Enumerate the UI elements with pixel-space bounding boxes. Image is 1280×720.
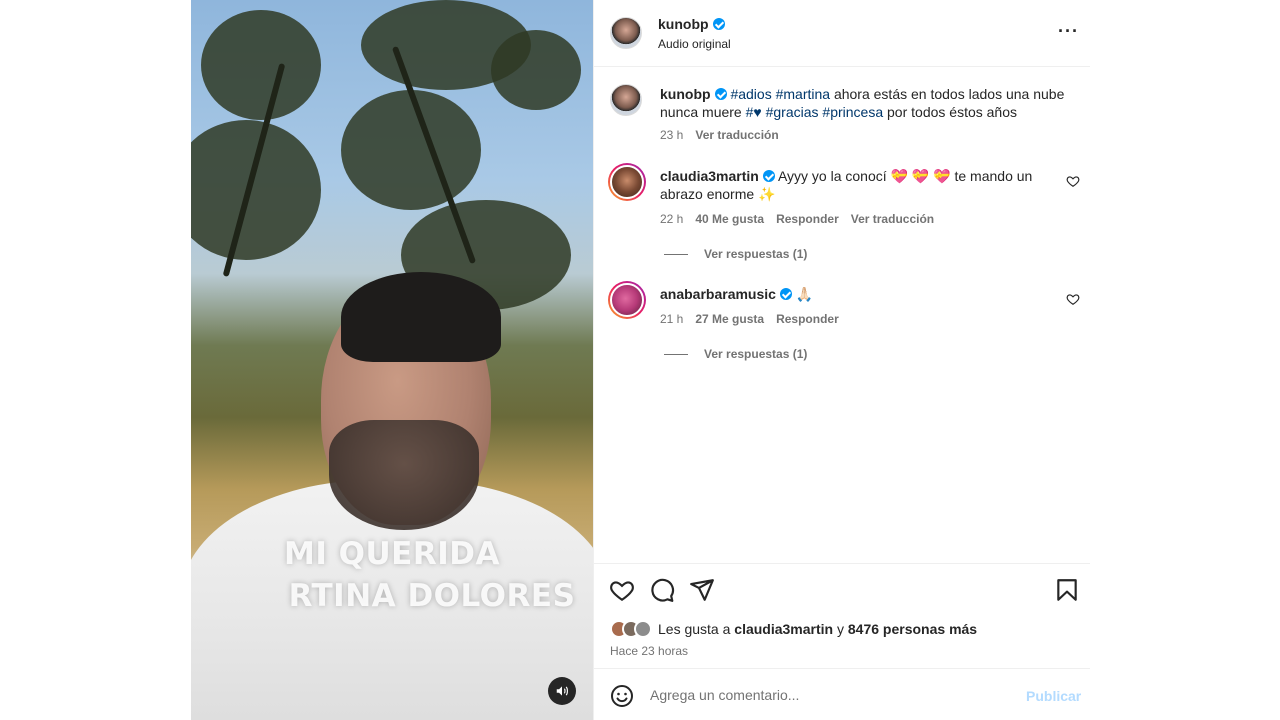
comment-likes-count[interactable]: 27 Me gusta — [695, 312, 764, 326]
add-comment-bar: Publicar — [594, 668, 1090, 720]
author-username[interactable]: kunobp — [658, 16, 725, 32]
view-replies-button[interactable]: Ver respuestas (1) — [664, 347, 807, 361]
likes-prefix: Les gusta a — [658, 621, 731, 637]
comment-time: 21 h — [660, 312, 684, 326]
view-replies-label[interactable]: Ver respuestas (1) — [704, 247, 807, 261]
likes-joiner: y — [837, 621, 844, 637]
more-options-icon[interactable]: ··· — [1058, 22, 1079, 40]
speaker-icon — [556, 686, 568, 696]
heart-icon[interactable] — [609, 577, 635, 603]
verified-badge-icon — [714, 88, 727, 100]
hashtag-link[interactable]: #princesa — [822, 104, 883, 120]
tree-foliage — [201, 10, 321, 120]
comment-time: 22 h — [660, 212, 684, 226]
comment-meta: 22 h 40 Me gusta Responder Ver traducció… — [660, 212, 934, 226]
caption-text: kunobp #adios #martina ahora estás en to… — [660, 85, 1070, 121]
publish-button[interactable]: Publicar — [1026, 688, 1081, 704]
audio-original-link[interactable]: Audio original — [658, 37, 731, 51]
comment-username[interactable]: claudia3martin — [660, 168, 759, 184]
see-translation-link[interactable]: Ver traducción — [851, 212, 934, 226]
likes-text: Les gusta a claudia3martin y 8476 person… — [658, 621, 977, 637]
avatar — [634, 620, 652, 638]
comment-username[interactable]: anabarbaramusic — [660, 286, 776, 302]
replies-divider — [664, 253, 688, 255]
avatar[interactable] — [608, 281, 646, 319]
likes-summary[interactable]: Les gusta a claudia3martin y 8476 person… — [610, 620, 977, 638]
audio-toggle-button[interactable] — [548, 677, 576, 705]
see-translation-link[interactable]: Ver traducción — [695, 128, 778, 142]
avatar-image — [610, 283, 644, 317]
comment-meta: 21 h 27 Me gusta Responder — [660, 312, 839, 326]
caption-meta: 23 h Ver traducción — [660, 128, 779, 142]
comment-icon[interactable] — [649, 577, 675, 603]
avatar[interactable] — [610, 84, 642, 116]
emoji-icon[interactable] — [610, 684, 634, 708]
hashtag-link[interactable]: #♥ — [746, 104, 762, 120]
caption-body: por todos éstos años — [887, 104, 1017, 120]
tree-foliage — [491, 30, 581, 110]
hashtag-link[interactable]: #gracias — [766, 104, 819, 120]
replies-divider — [664, 353, 688, 355]
person-hair — [341, 272, 501, 362]
tree-foliage — [191, 120, 321, 260]
comment-text: anabarbaramusic 🙏🏻 — [660, 285, 1040, 303]
likes-user-link[interactable]: claudia3martin — [734, 621, 833, 637]
comment-text: claudia3martin Ayyy yo la conocí 💝 💝 💝 t… — [660, 167, 1040, 203]
avatar[interactable] — [610, 17, 642, 49]
bookmark-icon[interactable] — [1054, 577, 1080, 603]
caption-username[interactable]: kunobp — [660, 86, 711, 102]
post-timestamp[interactable]: Hace 23 horas — [610, 644, 688, 658]
view-replies-button[interactable]: Ver respuestas (1) — [664, 247, 807, 261]
comment-like-heart-icon[interactable] — [1066, 292, 1080, 306]
avatar[interactable] — [608, 163, 646, 201]
comment-likes-count[interactable]: 40 Me gusta — [695, 212, 764, 226]
view-replies-label[interactable]: Ver respuestas (1) — [704, 347, 807, 361]
likes-others-link[interactable]: 8476 personas más — [848, 621, 977, 637]
post-header: kunobp Audio original ··· — [594, 0, 1090, 67]
comment-body: 🙏🏻 — [795, 286, 814, 302]
reply-button[interactable]: Responder — [776, 212, 839, 226]
reply-button[interactable]: Responder — [776, 312, 839, 326]
caption-time: 23 h — [660, 128, 684, 142]
verified-badge-icon — [762, 170, 775, 182]
verified-badge-icon — [779, 288, 792, 300]
post-details-panel: kunobp Audio original ··· kunobp #adios … — [593, 0, 1090, 720]
comment-input[interactable] — [650, 683, 1010, 707]
avatar-image — [610, 165, 644, 199]
hashtag-link[interactable]: #adios — [730, 86, 771, 102]
post-video[interactable]: MI QUERIDA RTINA DOLORES — [191, 0, 593, 720]
comment-like-heart-icon[interactable] — [1066, 174, 1080, 188]
share-icon[interactable] — [689, 577, 715, 603]
post-actions: Les gusta a claudia3martin y 8476 person… — [594, 563, 1090, 668]
person-beard — [329, 420, 479, 530]
video-caption-line-1: MI QUERIDA — [283, 536, 500, 572]
author-username-text[interactable]: kunobp — [658, 16, 709, 32]
verified-badge-icon — [712, 18, 725, 30]
tree-foliage — [341, 90, 481, 210]
hashtag-link[interactable]: #martina — [776, 86, 830, 102]
video-caption-line-2: RTINA DOLORES — [288, 578, 576, 614]
